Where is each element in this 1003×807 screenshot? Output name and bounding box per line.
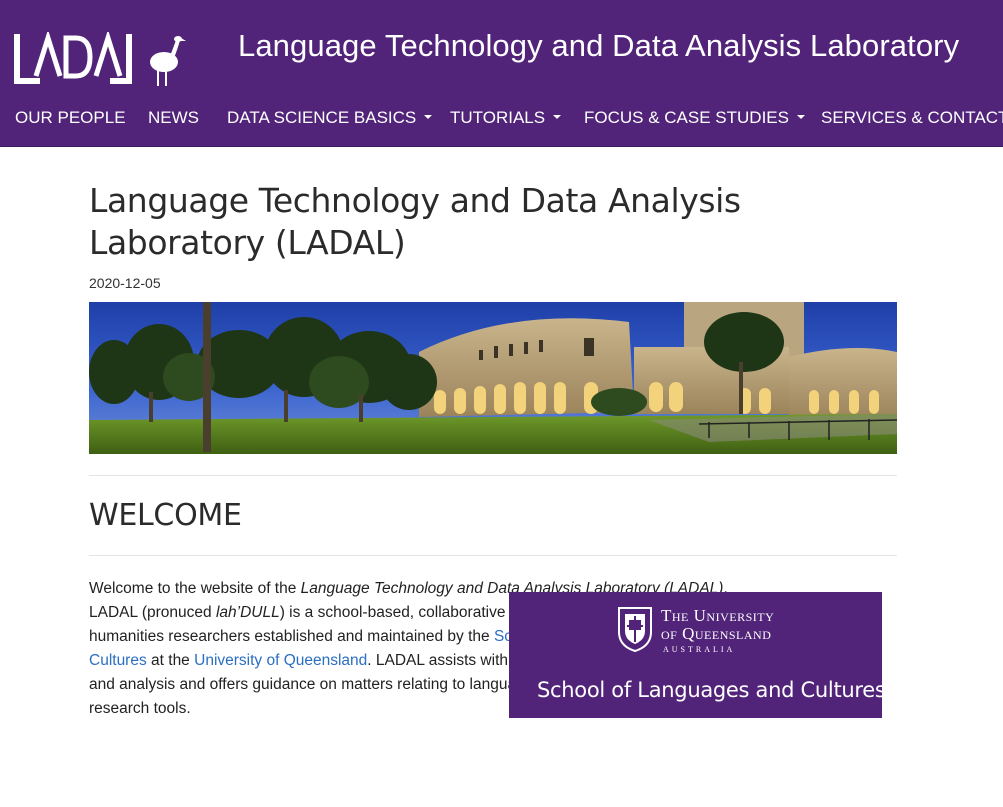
site-title[interactable]: Language Technology and Data Analysis La… — [238, 28, 959, 64]
page-title: Language Technology and Data Analysis La… — [89, 181, 741, 262]
caret-down-icon — [796, 114, 805, 119]
uq-school-name: School of Languages and Cultures — [537, 678, 886, 702]
nav-our-people[interactable]: OUR PEOPLE — [15, 108, 126, 128]
campus-banner-image — [89, 302, 897, 454]
nav-focus-case-studies[interactable]: FOCUS & CASE STUDIES — [584, 108, 805, 128]
divider — [89, 475, 897, 476]
nav-tutorials[interactable]: TUTORIALS — [450, 108, 562, 128]
caret-down-icon — [553, 114, 562, 119]
uq-school-logo-box[interactable]: The University of Queensland AUSTRALIA S… — [509, 592, 886, 718]
uq-name-text: of Queensland — [661, 624, 772, 643]
nav-services-contact[interactable]: SERVICES & CONTACT — [821, 108, 1003, 128]
uq-link[interactable]: University of Queensland — [194, 652, 367, 669]
site-header: Language Technology and Data Analysis La… — [0, 0, 1003, 147]
intro-text: at the — [146, 652, 195, 669]
pronunciation-emphasis: lah’DULL — [215, 604, 280, 621]
nav-label: DATA SCIENCE BASICS — [227, 108, 417, 127]
nav-label: SERVICES & CONTACT — [821, 108, 1003, 127]
uq-name-text: The University — [661, 606, 775, 625]
nav-data-science-basics[interactable]: DATA SCIENCE BASICS — [227, 108, 433, 128]
uq-country: AUSTRALIA — [663, 645, 736, 654]
main-nav: OUR PEOPLE NEWS DATA SCIENCE BASICS TUTO… — [0, 108, 1003, 136]
nav-label: TUTORIALS — [450, 108, 546, 127]
uq-name-line1: The University — [661, 606, 774, 626]
nav-label: NEWS — [148, 108, 199, 127]
uq-name-line2: of Queensland — [661, 624, 771, 644]
nav-label: OUR PEOPLE — [15, 108, 126, 127]
uq-crest-icon — [618, 607, 652, 652]
intro-text: Welcome to the website of the — [89, 580, 301, 597]
divider — [89, 555, 897, 556]
nav-label: FOCUS & CASE STUDIES — [584, 108, 789, 127]
section-heading: WELCOME — [89, 498, 242, 533]
nav-news[interactable]: NEWS — [148, 108, 199, 128]
caret-down-icon — [424, 114, 433, 119]
publish-date: 2020-12-05 — [89, 275, 161, 291]
ladal-logo[interactable] — [14, 32, 186, 90]
